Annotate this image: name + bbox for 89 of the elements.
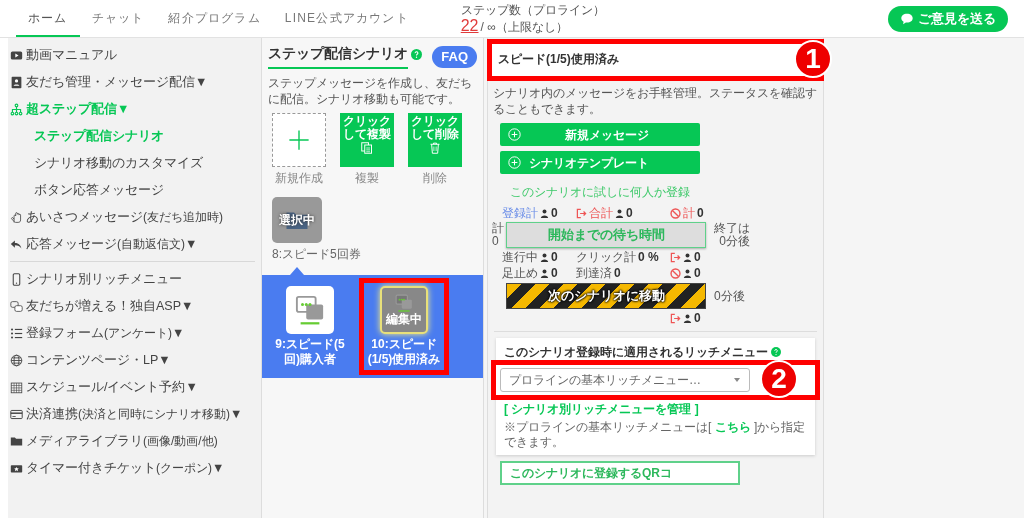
stat-label: クリック計 bbox=[576, 250, 636, 265]
sidebar-item[interactable]: 決済連携(決済と同時にシナリオ移動)▼ bbox=[8, 401, 257, 428]
rich-menu-title: このシナリオ登録時に適用されるリッチメニュー bbox=[504, 344, 768, 360]
sidebar-item[interactable]: スケジュール/イベント予約▼ bbox=[8, 374, 257, 401]
stat-value: 0 bbox=[626, 206, 633, 221]
prohibited-icon bbox=[670, 208, 681, 219]
stat-value: 0 bbox=[614, 266, 621, 281]
sidebar-item[interactable]: 登録フォーム(アンケート)▼ bbox=[8, 320, 257, 347]
stat-value: 0 % bbox=[638, 250, 659, 265]
calendar-icon bbox=[10, 381, 23, 394]
stat-label: 合計 bbox=[589, 206, 613, 221]
scenario-tile[interactable] bbox=[286, 286, 334, 335]
nav-tab[interactable]: 紹介プログラム bbox=[156, 0, 273, 37]
panel-title: ステップ配信シナリオ bbox=[268, 44, 408, 70]
qr-code-button[interactable]: このシナリオに登録するQRコ bbox=[500, 461, 740, 485]
step-count-label: ステップ数（プロライン） bbox=[460, 3, 605, 16]
chat-bubbles-icon bbox=[393, 294, 415, 313]
end-value: 0分後 bbox=[719, 235, 750, 248]
stat-value: 0 bbox=[694, 250, 701, 265]
rich-menu-select[interactable]: プロラインの基本リッチメニュー… bbox=[500, 368, 750, 392]
hierarchy-icon bbox=[10, 103, 23, 116]
folder-name: 8:スピード5回券 bbox=[272, 246, 361, 264]
step-count-limit: / ∞（上限なし） bbox=[480, 20, 568, 33]
flow-side-label: 計 bbox=[492, 222, 505, 235]
flow-side-value: 0 bbox=[492, 235, 500, 248]
sidebar-item[interactable]: メディアライブラリ(画像/動画/他) bbox=[8, 428, 257, 455]
sidebar-item[interactable]: 友だち管理・メッセージ配信▼ bbox=[8, 69, 257, 96]
stat-label: 計 bbox=[683, 206, 695, 221]
trash-icon bbox=[429, 142, 441, 155]
exit-arrow-icon bbox=[576, 208, 587, 219]
sidebar-subitem[interactable]: シナリオ移動のカスタマイズ bbox=[8, 150, 257, 177]
phone-icon bbox=[10, 273, 23, 286]
rich-menu-note: ※プロラインの基本リッチメニューは[ こちら ]から指定できます。 bbox=[504, 420, 807, 450]
sidebar-item[interactable]: 友だちが増える！独自ASP▼ bbox=[8, 293, 257, 320]
reply-arrow-icon bbox=[10, 238, 23, 251]
action-caption: 複製 bbox=[355, 170, 379, 188]
sidebar-item[interactable]: コンテンツページ・LP▼ bbox=[8, 347, 257, 374]
stat-value: 0 bbox=[551, 250, 558, 265]
scenario-tile[interactable]: 編集中 bbox=[380, 286, 428, 335]
ticket-icon bbox=[10, 462, 23, 475]
help-icon bbox=[771, 347, 781, 357]
step-count-used: 22 bbox=[460, 17, 479, 34]
stat-label: 進行中 bbox=[502, 250, 538, 265]
end-label: 終了は bbox=[714, 222, 750, 235]
stat-label: 足止め bbox=[502, 266, 538, 281]
exit-arrow-icon bbox=[670, 252, 681, 263]
folder-icon bbox=[10, 435, 23, 448]
sidebar-subitem[interactable]: ボタン応答メッセージ bbox=[8, 177, 257, 204]
detail-description: シナリオ内のメッセージをお手軽管理。ステータスを確認することもできます。 bbox=[492, 85, 818, 117]
sidebar-item[interactable]: 動画マニュアル bbox=[8, 42, 257, 69]
sidebar-item[interactable]: あいさつメッセージ(友だち追加時) bbox=[8, 204, 257, 231]
action-caption: 削除 bbox=[423, 170, 447, 188]
sidebar-item[interactable]: 応答メッセージ(自動返信文)▼ bbox=[8, 231, 257, 258]
panel-description: ステップメッセージを作成し、友だちに配信。シナリオ移動も可能です。 bbox=[268, 75, 473, 108]
stat-label: 登録計 bbox=[502, 206, 538, 221]
contact-book-icon bbox=[10, 76, 23, 89]
faq-button[interactable]: FAQ bbox=[432, 45, 477, 68]
nav-tab[interactable]: LINE公式アカウント bbox=[272, 0, 421, 37]
sidebar-item[interactable]: タイマー付きチケット(クーポン)▼ bbox=[8, 455, 257, 482]
prohibited-icon bbox=[670, 268, 681, 279]
hand-icon bbox=[10, 211, 23, 224]
scenario-name: 9:スピード(5回)購入者 bbox=[274, 337, 346, 368]
plus-icon bbox=[288, 129, 310, 152]
scenario-name: 10:スピード(1/5)使用済み bbox=[367, 337, 441, 368]
stat-label: 到達済 bbox=[576, 266, 612, 281]
sidebar-item[interactable]: シナリオ別リッチメニュー bbox=[8, 266, 257, 293]
stat-value: 0 bbox=[551, 266, 558, 281]
copy-icon bbox=[361, 142, 373, 155]
chat-bubbles-icon bbox=[10, 300, 23, 313]
move-after-time: 0分後 bbox=[714, 288, 745, 305]
credit-card-icon bbox=[10, 408, 23, 421]
nav-tab[interactable]: チャット bbox=[79, 0, 157, 37]
stat-value: 0 bbox=[694, 266, 701, 281]
new-scenario-button[interactable] bbox=[272, 113, 326, 168]
stat-value: 0 bbox=[697, 206, 704, 221]
editing-label: 編集中 bbox=[386, 312, 422, 327]
action-caption: 新規作成 bbox=[275, 170, 323, 188]
help-icon bbox=[411, 49, 422, 61]
list-icon bbox=[10, 327, 23, 340]
video-icon bbox=[10, 49, 23, 62]
exit-arrow-icon bbox=[670, 313, 681, 324]
stat-value: 0 bbox=[551, 206, 558, 221]
chat-bubbles-icon bbox=[294, 295, 326, 326]
plus-circle-icon bbox=[508, 128, 521, 141]
speech-bubble-icon bbox=[900, 11, 914, 26]
plus-circle-icon bbox=[508, 156, 521, 169]
stat-value: 0 bbox=[694, 311, 701, 326]
globe-icon bbox=[10, 354, 23, 367]
dropdown-caret-icon bbox=[733, 376, 741, 384]
